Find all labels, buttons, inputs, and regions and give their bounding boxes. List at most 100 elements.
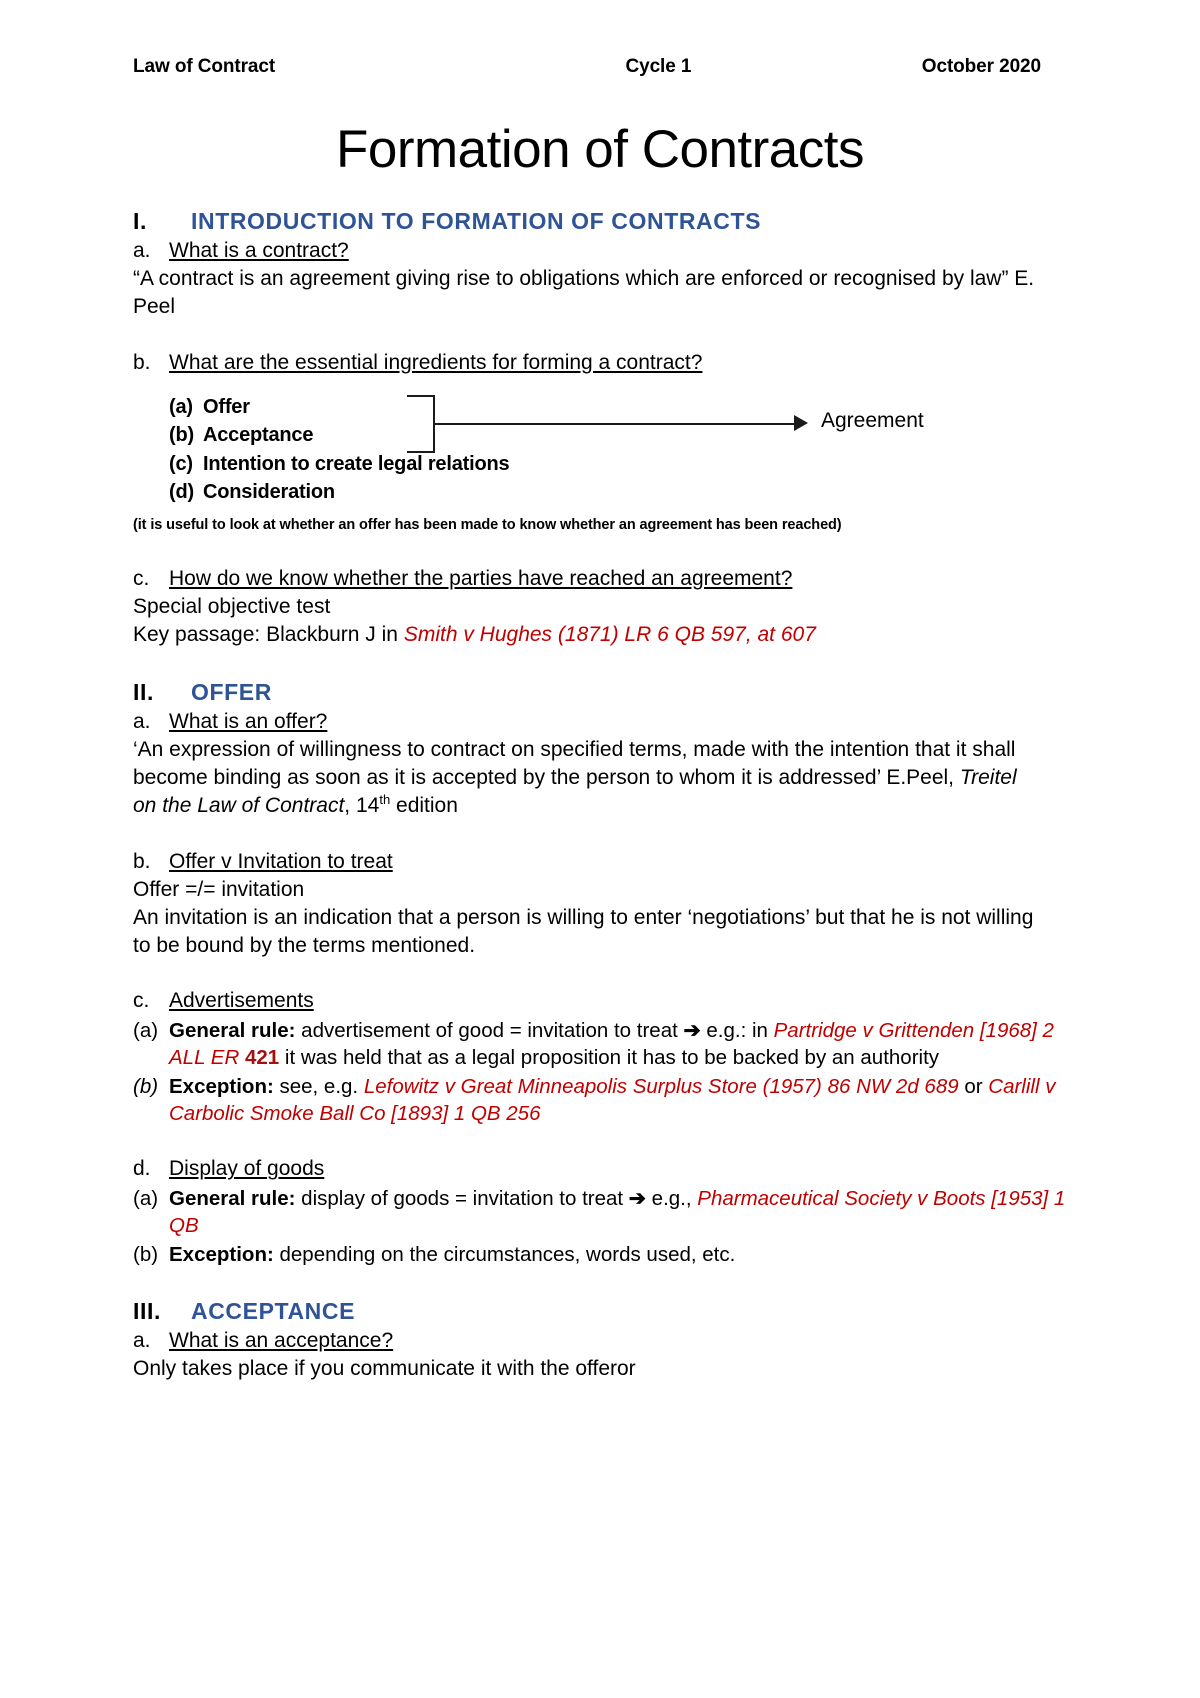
ingredient-text-c: Intention to create legal relations	[203, 452, 510, 475]
subheading-1c-label: How do we know whether the parties have …	[169, 566, 793, 590]
paragraph-offer-not-invitation: Offer =/= invitation	[133, 877, 305, 901]
ingredient-label-b: (b)	[169, 424, 194, 447]
subheading-2d-label: Display of goods	[169, 1157, 325, 1181]
header-middle-text: Cycle 1	[625, 56, 692, 77]
label-exception: Exception:	[169, 1074, 274, 1098]
display-rule-text-1: display of goods = invitation to treat	[295, 1186, 629, 1210]
general-rule-text-1: advertisement of good = invitation to tr…	[295, 1018, 684, 1042]
sub-item-text-a2: General rule: display of goods = invitat…	[169, 1185, 1067, 1240]
sub-item-mark-b: (b)	[133, 1074, 159, 1098]
right-arrow-icon: ➔	[628, 1186, 646, 1210]
header-left-text: Law of Contract	[133, 56, 276, 77]
ingredient-label-d: (d)	[169, 480, 194, 503]
section-heading-2: II. OFFER	[133, 679, 1045, 706]
section-numeral-3: III.	[133, 1298, 161, 1325]
general-rule-text-2: e.g.: in	[700, 1018, 774, 1042]
list-item: (c) Intention to create legal relations	[169, 450, 1045, 478]
subheading-1c-mark: c.	[133, 566, 150, 590]
arrow-head-icon	[794, 414, 808, 431]
page-title: Formation of Contracts	[335, 120, 865, 179]
display-goods-exception: (b) Exception: depending on the circumst…	[133, 1241, 1067, 1268]
section-title-2: OFFER	[191, 678, 272, 705]
section-title-3: ACCEPTANCE	[191, 1298, 356, 1325]
subheading-1b-mark: b.	[133, 350, 151, 374]
case-citation-partridge-page: 421	[244, 1046, 280, 1070]
sub-item-mark-a: (a)	[133, 1018, 159, 1042]
subheading-3a: a. What is an acceptance?	[133, 1327, 1045, 1355]
sub-item-text-a: General rule: advertisement of good = in…	[169, 1017, 1067, 1072]
subheading-1b: b. What are the essential ingredients fo…	[133, 349, 1045, 377]
paragraph-contract-definition: “A contract is an agreement giving rise …	[133, 266, 1035, 318]
arrow-line-shape	[434, 422, 796, 425]
right-arrow-icon: ➔	[683, 1018, 701, 1042]
arrow-target-label: Agreement	[821, 408, 924, 432]
subheading-2a-mark: a.	[133, 709, 151, 733]
sub-item-text-b2: Exception: depending on the circumstance…	[169, 1241, 1067, 1268]
display-exception-text: depending on the circumstances, words us…	[273, 1242, 736, 1266]
case-citation-smith-v-hughes: Smith v Hughes (1871) LR 6 QB 597, at 60…	[403, 622, 816, 646]
subheading-1a-mark: a.	[133, 238, 151, 262]
subheading-2d: d. Display of goods	[133, 1155, 1045, 1183]
subheading-3a-mark: a.	[133, 1329, 151, 1353]
header-right-text: October 2020	[921, 56, 1041, 77]
case-citation-lefowitz: Lefowitz v Great Minneapolis Surplus Sto…	[363, 1074, 959, 1098]
exception-text-1: see, e.g.	[273, 1074, 364, 1098]
section-numeral-1: I.	[133, 207, 147, 234]
label-exception-2: Exception:	[169, 1242, 274, 1266]
offer-def-text: ‘An expression of willingness to contrac…	[133, 737, 1016, 789]
subheading-2d-mark: d.	[133, 1157, 151, 1181]
sub-item-mark-b2: (b)	[133, 1242, 159, 1266]
label-general-rule: General rule:	[169, 1018, 296, 1042]
ingredient-label-a: (a)	[169, 395, 193, 418]
subheading-1a-label: What is a contract?	[169, 238, 349, 262]
ingredient-label-c: (c)	[169, 452, 193, 475]
display-goods-general-rule: (a) General rule: display of goods = inv…	[133, 1185, 1067, 1240]
advertisements-exception: (b) Exception: see, e.g. Lefowitz v Grea…	[133, 1073, 1067, 1128]
paragraph-key-passage: Key passage: Blackburn J in Smith v Hugh…	[133, 621, 1045, 649]
display-rule-text-2: e.g.,	[645, 1186, 698, 1210]
ingredients-bracket-diagram: (a) Offer (b) Acceptance (c) Intention t…	[169, 393, 1045, 515]
subheading-2b-label: Offer v Invitation to treat	[169, 849, 393, 873]
key-passage-prefix: Key passage: Blackburn J in	[133, 622, 404, 646]
advertisements-general-rule: (a) General rule: advertisement of good …	[133, 1017, 1067, 1072]
document-page: Law of Contract Cycle 1 October 2020 For…	[0, 0, 1200, 1698]
ingredient-text-d: Consideration	[203, 480, 335, 503]
parenthetical-note: (it is useful to look at whether an offe…	[133, 516, 842, 533]
ingredient-text-a: Offer	[203, 395, 250, 418]
subheading-2b-mark: b.	[133, 849, 151, 873]
grouping-bracket-shape	[407, 394, 435, 453]
subheading-2c: c. Advertisements	[133, 987, 1045, 1015]
subheading-1c: c. How do we know whether the parties ha…	[133, 565, 1045, 593]
paragraph-objective-test: Special objective test	[133, 594, 331, 618]
subheading-2b: b. Offer v Invitation to treat	[133, 848, 1045, 876]
subheading-3a-label: What is an acceptance?	[169, 1329, 394, 1353]
section-heading-3: III. ACCEPTANCE	[133, 1298, 1045, 1325]
section-title-1: INTRODUCTION TO FORMATION OF CONTRACTS	[191, 207, 762, 234]
edition-prefix: , 14	[344, 793, 380, 817]
subheading-2c-mark: c.	[133, 989, 150, 1013]
subheading-2a-label: What is an offer?	[169, 709, 328, 733]
section-numeral-2: II.	[133, 678, 154, 705]
section-heading-1: I. INTRODUCTION TO FORMATION OF CONTRACT…	[133, 208, 1045, 235]
subheading-1a: a. What is a contract?	[133, 237, 1045, 265]
ingredient-text-b: Acceptance	[203, 424, 314, 447]
subheading-2c-label: Advertisements	[169, 989, 314, 1013]
paragraph-acceptance-definition: Only takes place if you communicate it w…	[133, 1357, 636, 1381]
label-general-rule-2: General rule:	[169, 1186, 296, 1210]
exception-text-2: or	[958, 1074, 989, 1098]
sub-item-mark-a2: (a)	[133, 1186, 159, 1210]
paragraph-offer-definition: ‘An expression of willingness to contrac…	[133, 736, 1045, 820]
paragraph-invitation-definition: An invitation is an indication that a pe…	[133, 905, 1034, 957]
subheading-2a: a. What is an offer?	[133, 708, 1045, 736]
edition-ordinal-suffix: th	[379, 791, 391, 807]
general-rule-text-3: it was held that as a legal proposition …	[279, 1046, 940, 1070]
sub-item-text-b: Exception: see, e.g. Lefowitz v Great Mi…	[169, 1073, 1067, 1128]
edition-word: edition	[390, 793, 458, 817]
running-header: Law of Contract Cycle 1 October 2020	[133, 56, 1041, 78]
list-item: (d) Consideration	[169, 478, 1045, 506]
